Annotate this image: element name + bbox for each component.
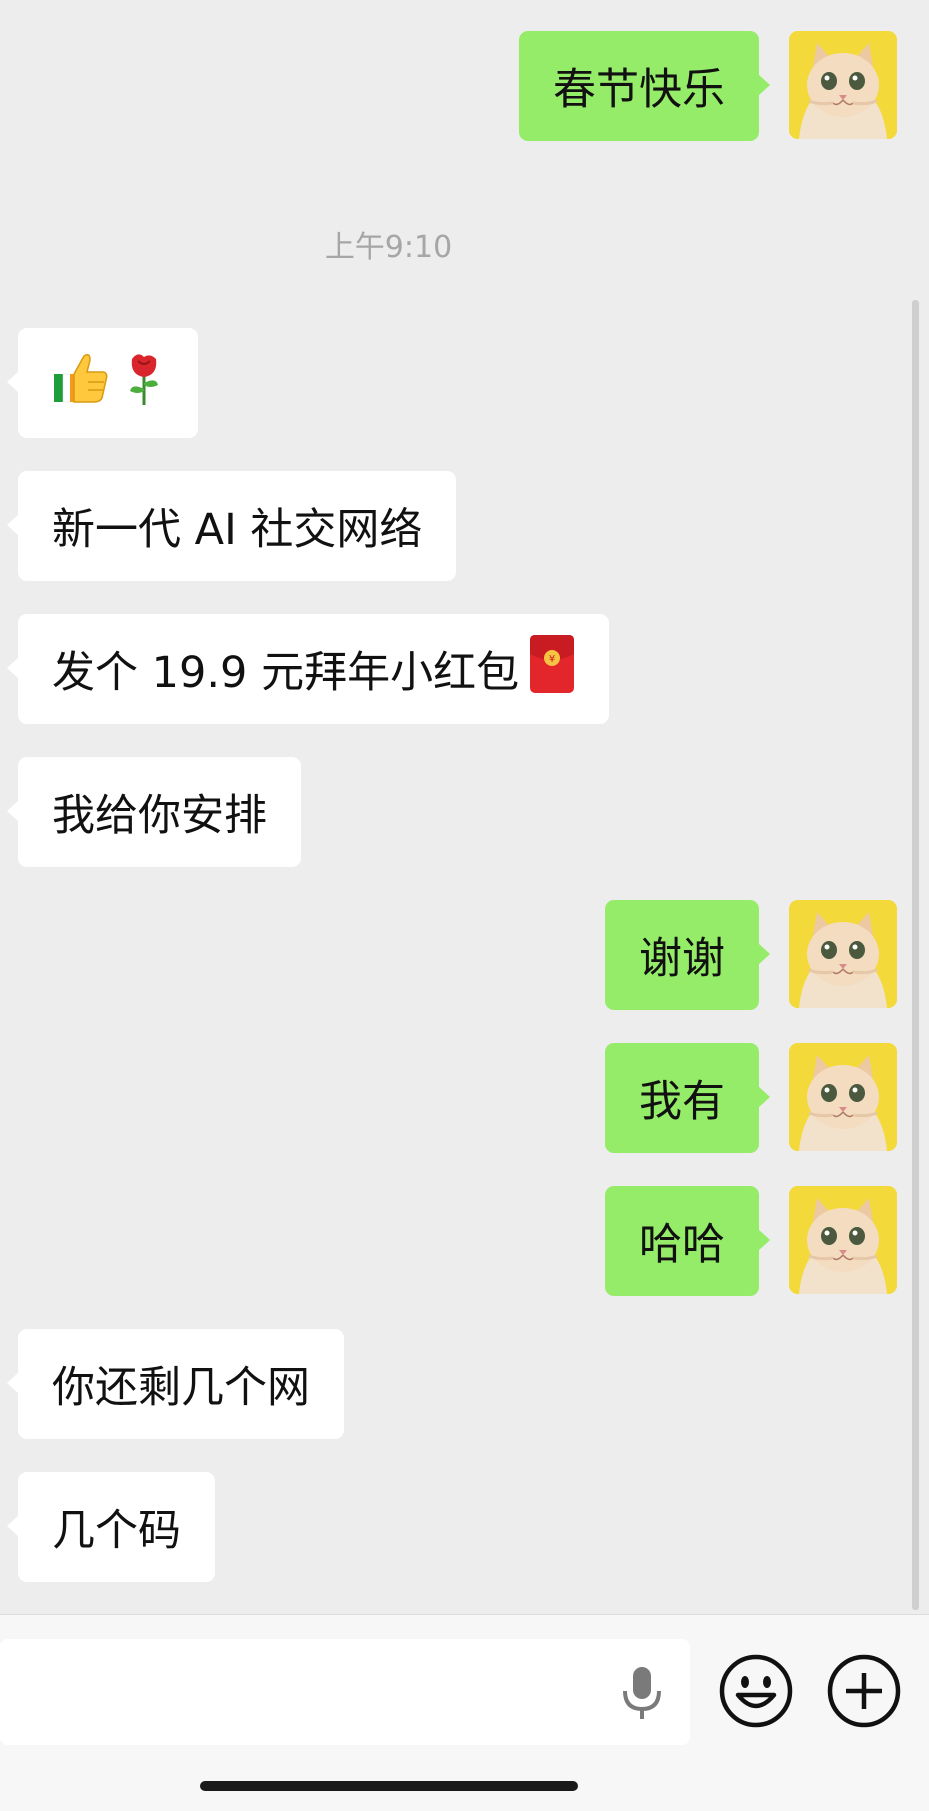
outgoing-message-bubble[interactable]: 春节快乐: [519, 31, 770, 141]
message-row: 谢谢: [0, 900, 929, 1010]
message-row: 几个码: [0, 1472, 929, 1582]
svg-text:¥: ¥: [549, 654, 555, 665]
thumbs-up-icon: [52, 350, 110, 417]
plus-circle-icon[interactable]: [826, 1653, 902, 1729]
incoming-message-bubble[interactable]: 你还剩几个网: [7, 1329, 344, 1439]
cat-avatar-icon[interactable]: [789, 1186, 897, 1294]
message-text: 你还剩几个网: [52, 1363, 310, 1413]
message-row: 你还剩几个网: [0, 1329, 929, 1439]
message-row: 春节快乐: [0, 31, 929, 141]
message-row: 我有: [0, 1043, 929, 1153]
message-text: 我给你安排: [52, 791, 267, 841]
message-text: 谢谢: [639, 934, 725, 984]
message-text: 哈哈: [639, 1220, 725, 1270]
message-text: 春节快乐: [553, 65, 725, 115]
message-row: 我给你安排: [0, 757, 929, 867]
cat-avatar-icon[interactable]: [789, 1043, 897, 1151]
message-row: 发个 19.9 元拜年小红包 ¥: [0, 614, 929, 724]
incoming-message-bubble[interactable]: 新一代 AI 社交网络: [6, 471, 457, 581]
home-indicator[interactable]: [200, 1781, 578, 1791]
chat-area[interactable]: 春节快乐 上午9:10 新一代 AI 社交网络 发个 19.9 元拜年小红包 ¥…: [0, 0, 929, 1614]
timestamp: 上午9:10: [324, 230, 453, 265]
scrollbar[interactable]: [912, 300, 919, 1610]
outgoing-message-bubble[interactable]: 我有: [605, 1043, 770, 1153]
incoming-message-bubble[interactable]: [7, 328, 198, 438]
cat-avatar-icon[interactable]: [789, 900, 897, 1008]
emoji-smiley-icon[interactable]: [718, 1653, 794, 1729]
message-text: 发个 19.9 元拜年小红包: [52, 648, 520, 698]
message-text: 几个码: [52, 1506, 181, 1556]
message-text: 我有: [639, 1077, 725, 1127]
outgoing-message-bubble[interactable]: 哈哈: [605, 1186, 770, 1296]
incoming-message-bubble[interactable]: 几个码: [7, 1472, 215, 1582]
message-row: 新一代 AI 社交网络: [0, 471, 929, 581]
rose-icon: [124, 349, 164, 418]
message-row: 哈哈: [0, 1186, 929, 1296]
message-input[interactable]: [0, 1639, 690, 1745]
incoming-message-bubble[interactable]: 发个 19.9 元拜年小红包 ¥: [6, 614, 610, 724]
outgoing-message-bubble[interactable]: 谢谢: [605, 900, 770, 1010]
message-text: 新一代 AI 社交网络: [52, 505, 423, 555]
message-row: [0, 328, 929, 438]
red-envelope-icon: ¥: [529, 634, 575, 705]
cat-avatar-icon[interactable]: [789, 31, 897, 139]
microphone-icon[interactable]: [604, 1653, 680, 1729]
input-bar: [0, 1614, 929, 1811]
incoming-message-bubble[interactable]: 我给你安排: [7, 757, 301, 867]
